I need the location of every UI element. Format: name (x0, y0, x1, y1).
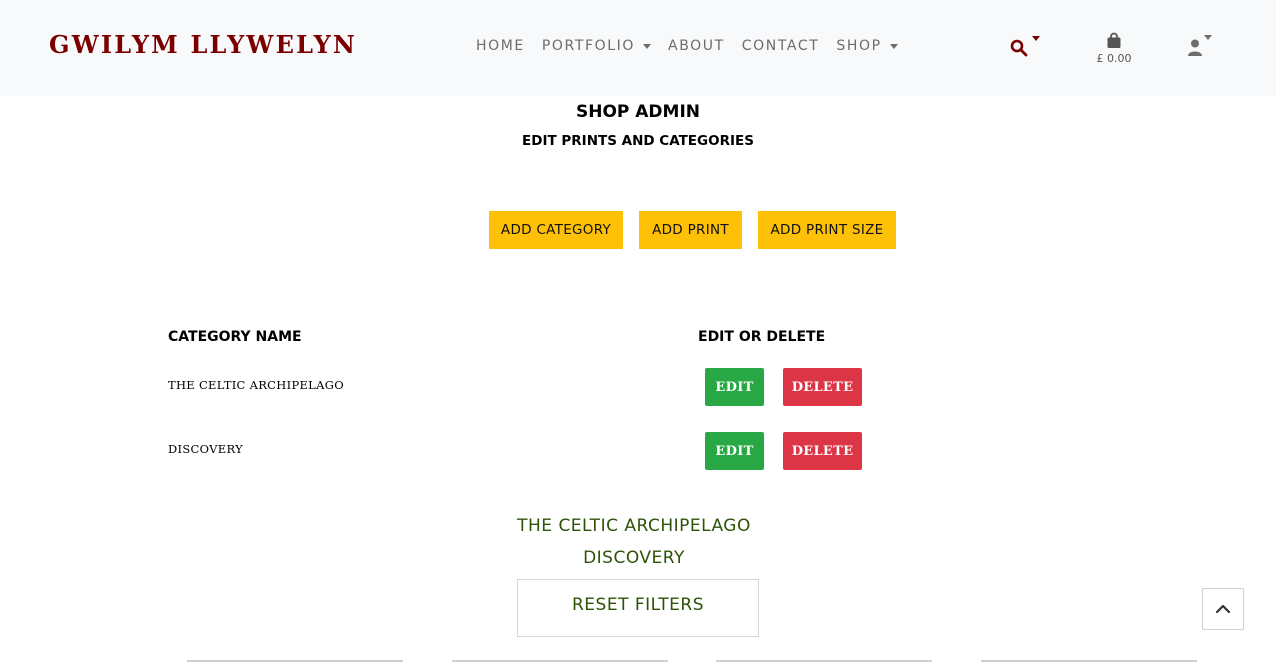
category-name-cell: DISCOVERY (168, 442, 243, 456)
page-subtitle: EDIT PRINTS AND CATEGORIES (522, 133, 754, 149)
navbar: GWILYM LLYWELYN HOME PORTFOLIO ABOUT CON… (0, 0, 1276, 96)
nav-home-label: HOME (476, 38, 525, 54)
shopping-bag-button[interactable]: £ 0.00 (1088, 30, 1140, 70)
search-dropdown-button[interactable] (1010, 34, 1044, 60)
user-dropdown-button[interactable] (1185, 34, 1219, 60)
page-title: SHOP ADMIN (575, 102, 701, 122)
add-print-size-button[interactable]: ADD PRINT SIZE (758, 211, 896, 249)
category-name-header: CATEGORY NAME (168, 329, 302, 345)
brand-logo[interactable]: GWILYM LLYWELYN (49, 30, 357, 59)
edit-or-delete-header: EDIT OR DELETE (698, 329, 826, 345)
back-to-top-button[interactable] (1202, 588, 1244, 630)
nav-portfolio-label: PORTFOLIO (541, 38, 636, 54)
nav-about-label: ABOUT (668, 38, 725, 54)
nav-shop-label: SHOP (836, 38, 882, 54)
nav-home[interactable]: HOME (476, 38, 525, 54)
caret-down-icon (1032, 36, 1040, 41)
main-nav: HOME PORTFOLIO ABOUT CONTACT SHOP (476, 38, 915, 54)
filter-link[interactable]: DISCOVERY (0, 548, 1272, 568)
delete-category-button[interactable]: DELETE (783, 368, 862, 406)
delete-category-button[interactable]: DELETE (783, 432, 862, 470)
nav-portfolio[interactable]: PORTFOLIO (541, 38, 652, 54)
caret-down-icon (1204, 35, 1212, 40)
add-category-button[interactable]: ADD CATEGORY (489, 211, 623, 249)
edit-category-button[interactable]: EDIT (705, 368, 764, 406)
caret-down-icon (889, 44, 898, 49)
filter-link[interactable]: THE CELTIC ARCHIPELAGO (0, 516, 1272, 536)
reset-filters-button[interactable]: RESET FILTERS (517, 579, 759, 637)
category-name-cell: THE CELTIC ARCHIPELAGO (168, 378, 344, 392)
nav-about[interactable]: ABOUT (668, 38, 725, 54)
chevron-up-icon (1215, 604, 1231, 614)
caret-down-icon (643, 44, 652, 49)
shopping-bag-icon (1107, 32, 1121, 48)
user-icon (1188, 39, 1202, 56)
search-icon (1010, 39, 1028, 57)
bag-total: £ 0.00 (1096, 52, 1132, 65)
add-print-button[interactable]: ADD PRINT (639, 211, 742, 249)
nav-shop[interactable]: SHOP (836, 38, 898, 54)
edit-category-button[interactable]: EDIT (705, 432, 764, 470)
nav-contact-label: CONTACT (741, 38, 820, 54)
nav-contact[interactable]: CONTACT (742, 38, 820, 54)
